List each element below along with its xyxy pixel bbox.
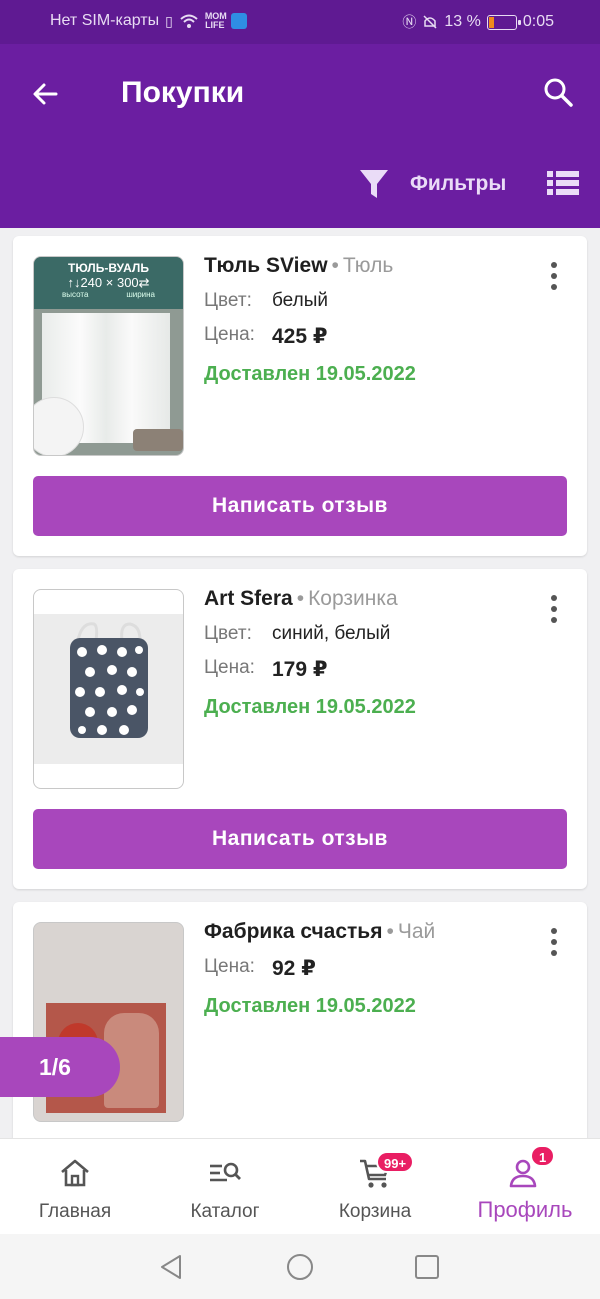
thumb-caption: ТЮЛЬ-ВУАЛЬ — [68, 261, 149, 275]
more-options-button[interactable] — [549, 928, 559, 958]
home-icon — [61, 1159, 89, 1187]
more-vert-icon — [551, 262, 557, 268]
nav-label-home: Главная — [38, 1201, 112, 1222]
price-label: Цена: — [204, 657, 255, 678]
color-value: белый — [272, 290, 328, 311]
nav-item-profile[interactable]: 1 Профиль — [450, 1139, 600, 1235]
filters-button[interactable]: Фильтры — [358, 164, 506, 204]
product-title[interactable]: Фабрика счастья • Чай — [204, 920, 527, 944]
purchase-card[interactable]: Art Sfera • Корзинка Цвет: синий, белый Це… — [13, 569, 587, 889]
write-review-button[interactable]: Написать отзыв — [33, 809, 567, 869]
filter-icon — [360, 170, 388, 198]
profile-badge: 1 — [530, 1145, 556, 1167]
page-title: Покупки — [121, 76, 245, 109]
color-label: Цвет: — [204, 623, 252, 644]
nav-item-cart[interactable]: 99+ Корзина — [300, 1139, 450, 1235]
shield-app-icon — [230, 13, 247, 29]
mom-life-icon: MOM LIFE — [204, 11, 227, 30]
purchase-card[interactable]: Фабрика счастья • Чай Цена: 92 ₽ Доставлен… — [13, 902, 587, 1138]
product-info: Art Sfera • Корзинка Цвет: синий, белый Це… — [204, 587, 527, 719]
color-value: синий, белый — [272, 623, 391, 644]
category-name: Чай — [397, 920, 436, 943]
clock: 0:05 — [522, 13, 554, 30]
color-row: Цвет: синий, белый — [204, 623, 527, 645]
brand-name: Фабрика счастья — [204, 920, 383, 943]
brand-name: Тюль SView — [204, 254, 328, 277]
delivery-status: Доставлен 19.05.2022 — [204, 696, 416, 718]
more-vert-icon-dot — [551, 284, 557, 290]
price-value: 425 ₽ — [272, 325, 328, 348]
separator-dot: • — [296, 587, 305, 610]
nav-item-catalog[interactable]: Каталог — [150, 1139, 300, 1235]
list-view-icon — [547, 171, 579, 195]
separator-dot: • — [386, 920, 394, 943]
battery-percent: 13 % — [444, 13, 481, 30]
color-label: Цвет: — [204, 290, 252, 311]
write-review-button[interactable]: Написать отзыв — [33, 476, 567, 536]
product-title[interactable]: Тюль SView • Тюль — [204, 254, 527, 278]
mute-bell-icon — [423, 15, 437, 29]
page-indicator: 1/6 — [0, 1037, 120, 1097]
price-row: Цена: 179 ₽ — [204, 657, 527, 682]
price-row: Цена: 92 ₽ — [204, 956, 527, 981]
search-button[interactable] — [538, 72, 578, 112]
purchases-list[interactable]: ТЮЛЬ-ВУАЛЬ ↑↓240 × 300⇄ высота ширина Тю… — [0, 228, 600, 1138]
more-options-button[interactable] — [549, 595, 559, 625]
nfc-icon: Ⓝ — [402, 14, 417, 30]
price-value: 179 ₽ — [272, 658, 328, 681]
search-icon — [544, 78, 573, 107]
price-label: Цена: — [204, 956, 255, 977]
filters-label: Фильтры — [410, 172, 507, 195]
arrow-back-icon — [33, 83, 58, 105]
price-label: Цена: — [204, 324, 255, 345]
more-options-button[interactable] — [549, 262, 559, 292]
delivery-status: Доставлен 19.05.2022 — [204, 363, 416, 385]
basket-graphic — [70, 622, 148, 738]
app-bar: Покупки Фильтры — [0, 44, 600, 228]
bottom-navigation: Главная Каталог 99+ Корзина 1 Профиль — [0, 1138, 600, 1234]
price-value: 92 ₽ — [272, 957, 316, 980]
thumb-sub-right: ширина — [126, 290, 155, 299]
color-row: Цвет: белый — [204, 290, 527, 312]
nav-label-profile: Профиль — [477, 1197, 573, 1222]
brand-name: Art Sfera — [204, 587, 293, 610]
battery-icon — [486, 14, 521, 30]
nav-label-catalog: Каталог — [190, 1201, 260, 1222]
nav-item-home[interactable]: Главная — [0, 1139, 150, 1235]
cart-badge: 99+ — [376, 1151, 415, 1173]
more-vert-icon-dot — [551, 950, 557, 956]
list-view-button[interactable] — [546, 168, 580, 198]
product-info: Фабрика счастья • Чай Цена: 92 ₽ Доставлен… — [204, 920, 527, 1018]
delivery-status: Доставлен 19.05.2022 — [204, 995, 416, 1017]
system-navigation-bar — [0, 1234, 600, 1299]
product-title[interactable]: Art Sfera • Корзинка — [204, 587, 527, 611]
thumb-sub-left: высота — [62, 290, 89, 299]
home-circle-icon[interactable] — [286, 1253, 314, 1281]
carrier-text: Нет SIM-карты — [50, 12, 160, 29]
purchase-card[interactable]: ТЮЛЬ-ВУАЛЬ ↑↓240 × 300⇄ высота ширина Тю… — [13, 236, 587, 556]
status-bar: Нет SIM-карты ▯ MOM LIFE Ⓝ 13 % 0:05 — [0, 0, 600, 44]
more-vert-icon — [551, 928, 557, 934]
back-triangle-icon[interactable] — [158, 1254, 184, 1280]
category-name: Корзинка — [308, 587, 398, 610]
sim-icon: ▯ — [165, 12, 173, 29]
more-vert-icon-dot — [551, 617, 557, 623]
product-image[interactable]: ТЮЛЬ-ВУАЛЬ ↑↓240 × 300⇄ высота ширина — [33, 256, 184, 456]
back-button[interactable] — [26, 74, 66, 114]
wifi-icon — [180, 14, 198, 28]
more-vert-icon-dot — [551, 939, 557, 945]
price-row: Цена: 425 ₽ — [204, 324, 527, 349]
catalog-search-icon — [210, 1162, 241, 1182]
separator-dot: • — [331, 254, 339, 277]
nav-label-cart: Корзина — [338, 1201, 412, 1222]
recents-square-icon[interactable] — [414, 1254, 440, 1280]
product-info: Тюль SView • Тюль Цвет: белый Цена: 425 ₽ … — [204, 254, 527, 386]
more-vert-icon — [551, 595, 557, 601]
more-vert-icon-dot — [551, 273, 557, 279]
thumb-dimensions: ↑↓240 × 300⇄ — [67, 275, 150, 290]
category-name: Тюль — [342, 254, 394, 277]
furniture-graphic — [133, 429, 183, 451]
product-image[interactable] — [33, 589, 184, 789]
more-vert-icon-dot — [551, 606, 557, 612]
